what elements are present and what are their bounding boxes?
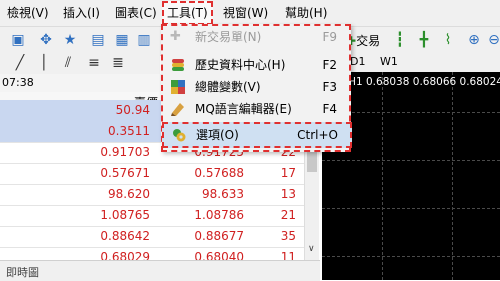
menu-item-shortcut: F2 xyxy=(322,58,337,72)
tab-tick-chart[interactable]: 即時圖 xyxy=(6,264,39,280)
chart-gridline xyxy=(322,160,500,161)
menu-charts[interactable]: 圖表(C) xyxy=(112,3,160,23)
market-watch-time: 07:38 xyxy=(0,74,162,93)
menu-help[interactable]: 幫助(H) xyxy=(282,3,330,23)
candle-chart-icon[interactable]: ╋ xyxy=(414,30,434,50)
bid-price: 1.08765 xyxy=(100,208,150,222)
bid-price: 0.91703 xyxy=(100,145,150,159)
spread-value: 17 xyxy=(280,166,296,180)
menu-global-variables[interactable]: 總體變數(V) F3 xyxy=(163,76,349,98)
menu-item-shortcut: F4 xyxy=(322,102,337,116)
ask-price: 0.57688 xyxy=(194,166,244,180)
menu-history-center[interactable]: 歷史資料中心(H) F2 xyxy=(163,54,349,76)
market-watch-row[interactable]: 0.57671 0.57688 17 xyxy=(0,163,308,185)
bid-price: 0.57671 xyxy=(100,166,150,180)
new-order-icon: ✚ xyxy=(170,29,181,44)
bar-chart-icon[interactable]: ┇ xyxy=(390,30,410,50)
new-order-label: 交易 xyxy=(356,34,381,48)
navigator-icon[interactable]: ▤ xyxy=(88,30,108,50)
crosshair-icon[interactable]: ✥ xyxy=(36,30,56,50)
variables-icon xyxy=(170,79,186,95)
market-watch-row[interactable]: 98.620 98.633 13 xyxy=(0,184,308,206)
market-watch-row[interactable]: 1.08765 1.08786 21 xyxy=(0,205,308,227)
options-gear-icon xyxy=(171,127,187,143)
spread-value: 13 xyxy=(280,187,296,201)
ask-price: 98.633 xyxy=(202,187,244,201)
vertical-line-icon[interactable]: │ xyxy=(34,53,54,73)
line-chart-icon[interactable]: ⌇ xyxy=(438,30,458,50)
menu-item-label: 選項(O) xyxy=(196,128,239,142)
bid-price: 0.88642 xyxy=(100,229,150,243)
new-chart-icon[interactable]: ▣ xyxy=(8,30,28,50)
timeframe-w1[interactable]: W1 xyxy=(380,55,398,68)
menu-new-order: ✚ 新交易單(N) F9 xyxy=(163,26,349,48)
menu-window[interactable]: 視窗(W) xyxy=(220,3,271,23)
menu-item-label: 新交易單(N) xyxy=(195,30,262,44)
menu-item-shortcut: F9 xyxy=(322,30,337,44)
trendline-icon[interactable]: ⫽ xyxy=(58,53,78,73)
scroll-down-icon[interactable]: ∨ xyxy=(308,244,315,254)
ask-price: 0.88677 xyxy=(194,229,244,243)
menu-insert[interactable]: 插入(I) xyxy=(60,3,103,23)
database-icon xyxy=(170,57,186,73)
bid-price: 50.94 xyxy=(115,103,150,117)
menu-item-label: 總體變數(V) xyxy=(195,80,261,94)
market-watch-row[interactable]: 0.88642 0.88677 35 xyxy=(0,226,308,248)
menu-item-label: MQ語言編輯器(E) xyxy=(195,102,292,116)
new-order-button[interactable]: ✚交易 xyxy=(346,32,380,49)
channel-icon[interactable]: ≡ xyxy=(84,53,104,73)
spread-value: 35 xyxy=(280,229,296,243)
chart-title: SD,H1 0.68038 0.68066 0.68024 xyxy=(330,76,500,88)
market-watch-tabs: 即時圖 xyxy=(0,260,320,281)
menu-view[interactable]: 檢視(V) xyxy=(4,3,52,23)
bid-price: 98.620 xyxy=(108,187,150,201)
menu-item-shortcut: Ctrl+O xyxy=(297,128,338,142)
ask-price: 1.08786 xyxy=(194,208,244,222)
bid-price: 0.3511 xyxy=(108,124,150,138)
menu-options[interactable]: 選項(O) Ctrl+O xyxy=(162,122,352,148)
chart-gridline xyxy=(382,72,383,280)
chart-gridline xyxy=(322,256,500,257)
menu-item-label: 歷史資料中心(H) xyxy=(195,58,286,72)
menu-tools[interactable]: 工具(T) xyxy=(162,1,213,25)
favorites-icon[interactable]: ★ xyxy=(60,30,80,50)
spread-value: 21 xyxy=(280,208,296,222)
timeframe-d1[interactable]: D1 xyxy=(350,55,365,68)
toolbar-drawing: ╱ │ ⫽ ≡ ≣ xyxy=(0,52,160,74)
zoom-out-icon[interactable]: ⊖ xyxy=(484,30,500,50)
chart-gridline xyxy=(452,72,453,280)
chart-gridline xyxy=(322,208,500,209)
zoom-in-icon[interactable]: ⊕ xyxy=(464,30,484,50)
menu-bar: 檢視(V) 插入(I) 圖表(C) 工具(T) 視窗(W) 幫助(H) xyxy=(0,0,500,27)
editor-icon xyxy=(170,101,186,117)
menu-item-shortcut: F3 xyxy=(322,80,337,94)
fibo-icon[interactable]: ≣ xyxy=(108,53,128,73)
menu-metaeditor[interactable]: MQ語言編輯器(E) F4 xyxy=(163,98,349,120)
line-tool-icon[interactable]: ╱ xyxy=(10,53,30,73)
terminal-icon[interactable]: ▦ xyxy=(112,30,132,50)
tester-icon[interactable]: ▥ xyxy=(134,30,154,50)
